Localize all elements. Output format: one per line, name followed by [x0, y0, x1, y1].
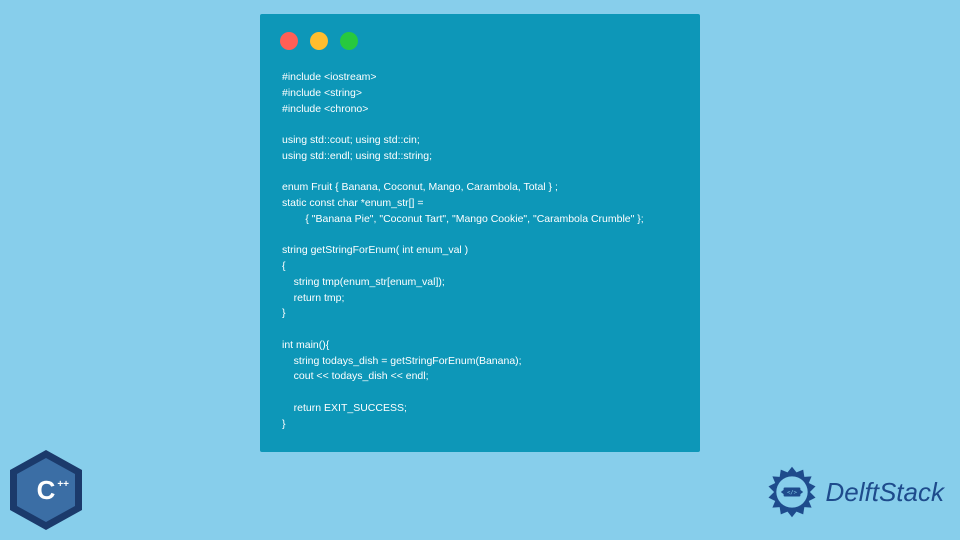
- gear-icon: </>: [764, 464, 820, 520]
- cpp-letter: C: [37, 475, 56, 506]
- cpp-plusplus: ++: [57, 480, 69, 489]
- code-window: #include <iostream> #include <string> #i…: [260, 14, 700, 452]
- code-content: #include <iostream> #include <string> #i…: [260, 60, 700, 442]
- maximize-icon: [340, 32, 358, 50]
- brand-name: DelftStack: [826, 477, 945, 508]
- minimize-icon: [310, 32, 328, 50]
- window-traffic-lights: [260, 14, 700, 60]
- cpp-language-badge: C ++: [10, 450, 82, 530]
- svg-text:</>: </>: [786, 490, 797, 496]
- close-icon: [280, 32, 298, 50]
- delftstack-logo: </> DelftStack: [764, 464, 945, 520]
